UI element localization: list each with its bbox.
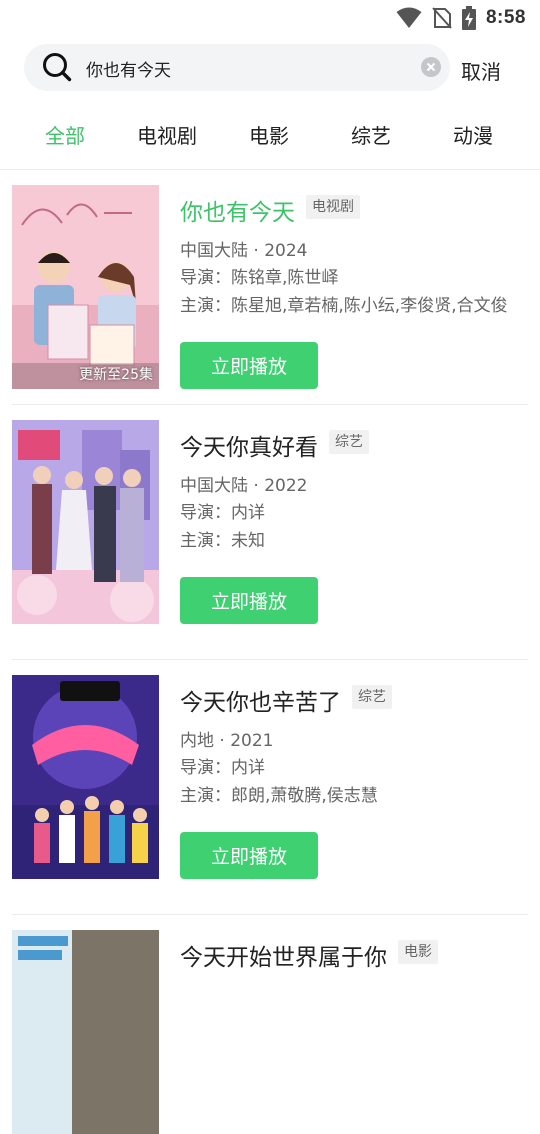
region-year: 内地 · 2021: [180, 731, 274, 751]
result-title[interactable]: 你也有今天: [180, 193, 295, 227]
status-icons: 8:58: [396, 6, 526, 30]
play-button[interactable]: 立即播放: [180, 832, 318, 879]
tab-all[interactable]: 全部: [14, 114, 116, 158]
tab-tv-series[interactable]: 电视剧: [116, 114, 218, 158]
result-title[interactable]: 今天你真好看: [180, 428, 318, 462]
poster-image[interactable]: [12, 675, 159, 879]
search-icon: [43, 53, 72, 82]
poster-image[interactable]: [12, 930, 159, 1134]
director: 导演：陈铭章,陈世峄: [180, 268, 339, 288]
result-title[interactable]: 今天你也辛苦了: [180, 683, 341, 717]
tabs-divider: [0, 169, 540, 170]
tab-variety[interactable]: 综艺: [320, 114, 422, 158]
result-title[interactable]: 今天开始世界属于你: [180, 938, 387, 972]
cast: 主演：未知: [180, 531, 265, 551]
cancel-button[interactable]: 取消: [461, 56, 501, 85]
cast: 主演：陈星旭,章若楠,陈小纭,李俊贤,合文俊: [180, 296, 508, 316]
play-button[interactable]: 立即播放: [180, 342, 318, 389]
search-input[interactable]: [86, 54, 406, 82]
cast: 主演：郎朗,萧敬腾,侯志慧: [180, 786, 378, 806]
wifi-icon: [396, 7, 422, 28]
poster-image[interactable]: [12, 420, 159, 624]
clear-icon[interactable]: [421, 57, 441, 77]
clock: 8:58: [485, 7, 526, 28]
region-year: 中国大陆 · 2024: [180, 241, 308, 261]
director: 导演：内详: [180, 503, 265, 523]
type-tag: 电影: [398, 940, 438, 964]
tab-anime[interactable]: 动漫: [422, 114, 524, 158]
row-divider: [12, 914, 528, 915]
type-tag: 电视剧: [306, 195, 360, 219]
search-bar[interactable]: [24, 44, 450, 91]
battery-charging-icon: [461, 6, 476, 30]
region-year: 中国大陆 · 2022: [180, 476, 308, 496]
play-button[interactable]: 立即播放: [180, 577, 318, 624]
tab-movies[interactable]: 电影: [218, 114, 320, 158]
category-tabs: 全部 电视剧 电影 综艺 动漫: [0, 114, 540, 158]
status-bar: 8:58: [0, 0, 540, 36]
no-sim-icon: [432, 7, 452, 29]
episode-badge: 更新至25集: [79, 367, 153, 383]
director: 导演：内详: [180, 758, 265, 778]
row-divider: [12, 659, 528, 660]
poster-image[interactable]: 更新至25集: [12, 185, 159, 389]
type-tag: 综艺: [329, 430, 369, 454]
type-tag: 综艺: [352, 685, 392, 709]
row-divider: [12, 404, 528, 405]
